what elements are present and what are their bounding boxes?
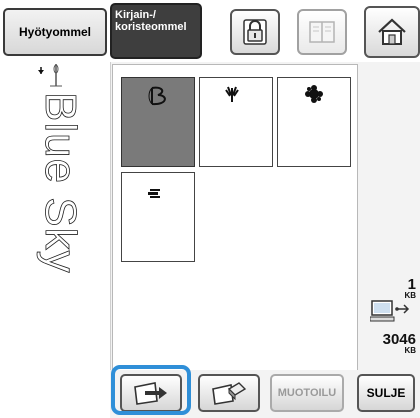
erase-button[interactable] (198, 374, 260, 412)
edit-label: MUOTOILU (277, 387, 337, 399)
tab-deco-label-line2: koristeommel (115, 21, 187, 33)
home-button[interactable] (364, 6, 420, 58)
lock-icon (243, 19, 267, 45)
letter-b-stitch-icon (148, 86, 166, 106)
pattern-tile-4[interactable] (121, 172, 195, 262)
manual-button[interactable] (297, 9, 347, 55)
edit-button[interactable]: MUOTOILU (270, 374, 344, 412)
home-icon (378, 18, 406, 45)
needle-icon (38, 64, 62, 87)
pattern-tile-1[interactable] (121, 77, 195, 167)
close-button[interactable]: SULJE (357, 374, 415, 412)
memory-unit: KB (404, 346, 416, 355)
flower-stitch-icon (305, 85, 323, 103)
selection-highlight (111, 365, 191, 415)
pattern-tile-2[interactable] (199, 77, 273, 167)
pattern-tile-3[interactable] (277, 77, 351, 167)
tab-character-decorative[interactable]: Kirjain-/ koristeommel (110, 3, 202, 59)
computer-usb-icon (370, 300, 410, 322)
tab-utility-stitches[interactable]: Hyötyommel (3, 8, 107, 56)
preview-text: Blue Sky (36, 92, 85, 274)
bead-stitch-icon (148, 189, 160, 198)
tab-utility-label: Hyötyommel (18, 25, 92, 39)
close-label: SULJE (366, 386, 406, 400)
tab-deco-label-line1: Kirjain-/ (115, 9, 156, 21)
lock-button[interactable] (230, 9, 280, 55)
hand-stitch-icon (225, 86, 239, 102)
eraser-icon (212, 382, 247, 405)
book-icon (309, 21, 335, 43)
preview-text-graphic: Blue Sky (36, 92, 86, 274)
